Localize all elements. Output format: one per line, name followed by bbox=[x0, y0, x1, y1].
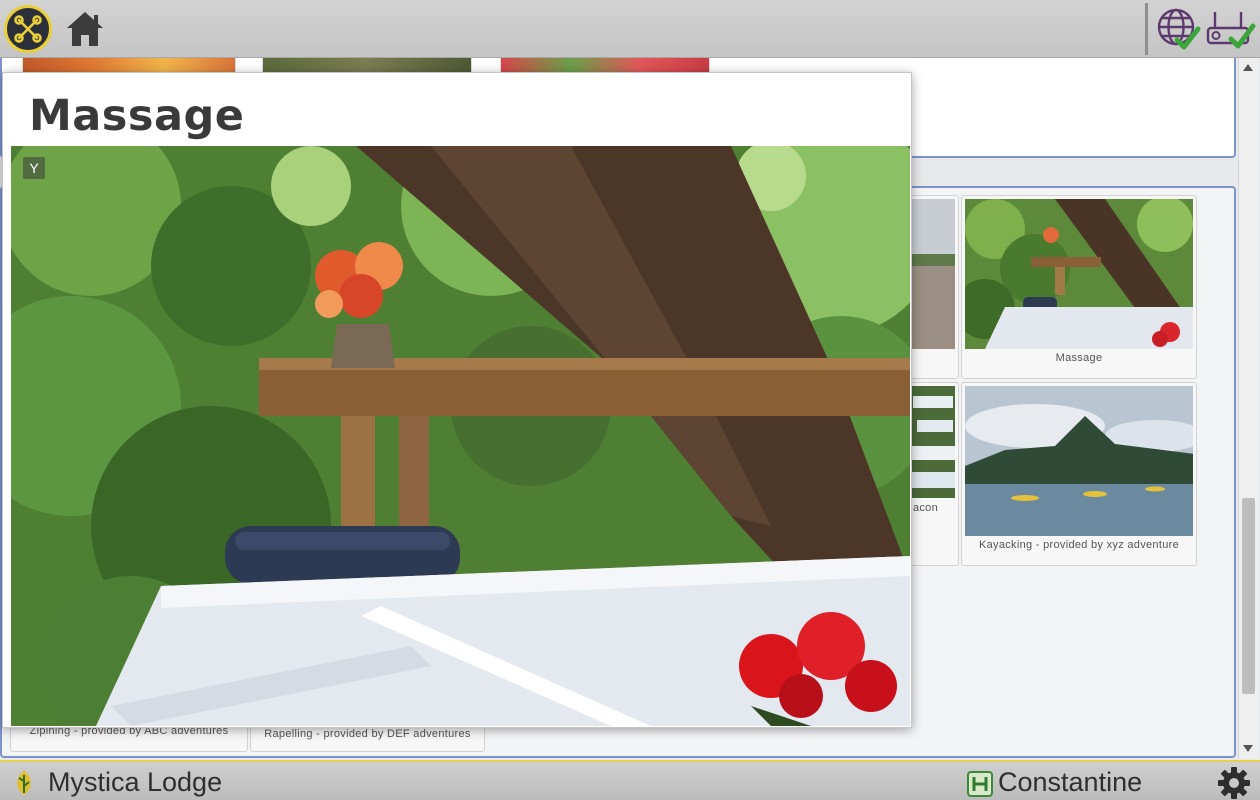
activity-thumbnail[interactable] bbox=[262, 58, 472, 72]
lodge-name: Mystica Lodge bbox=[48, 767, 223, 797]
top-toolbar bbox=[0, 0, 1260, 58]
modal-title: Massage bbox=[29, 91, 245, 141]
activity-thumbnail bbox=[965, 199, 1193, 349]
toolbar-divider bbox=[1145, 3, 1148, 55]
scrollbar-thumb[interactable] bbox=[1242, 498, 1255, 694]
internet-status[interactable] bbox=[1155, 6, 1201, 52]
scroll-down-arrow-icon[interactable] bbox=[1243, 745, 1253, 752]
page-scrollbar[interactable] bbox=[1238, 58, 1258, 758]
bottom-status-bar: Mystica Lodge Constantine bbox=[0, 760, 1260, 800]
activity-photo bbox=[11, 146, 910, 726]
gear-icon bbox=[1218, 767, 1250, 799]
router-status[interactable] bbox=[1205, 6, 1257, 52]
activity-thumbnail[interactable] bbox=[500, 58, 710, 72]
globe-check-icon bbox=[1157, 8, 1201, 50]
home-icon bbox=[67, 12, 103, 46]
activity-card-label: Kayacking - provided by xyz adventure bbox=[978, 539, 1180, 551]
user-badge-icon bbox=[967, 771, 993, 797]
scroll-up-arrow-icon[interactable] bbox=[1243, 64, 1253, 71]
photo-overlay-badge[interactable]: Y bbox=[23, 157, 45, 179]
home-button[interactable] bbox=[64, 8, 106, 50]
user-name[interactable]: Constantine bbox=[998, 767, 1142, 798]
settings-button[interactable] bbox=[1217, 766, 1251, 800]
leaf-icon bbox=[17, 771, 31, 795]
activity-card-label: Massage bbox=[1055, 352, 1103, 364]
activity-card-kayaking[interactable]: Kayacking - provided by xyz adventure bbox=[961, 382, 1197, 566]
activity-card-massage[interactable]: Massage bbox=[961, 195, 1197, 379]
activity-card-label: Rapelling - provided by DEF adventures bbox=[264, 728, 471, 740]
activity-thumbnail[interactable] bbox=[22, 58, 236, 72]
app-logo-button[interactable] bbox=[4, 5, 52, 53]
router-check-icon bbox=[1206, 12, 1256, 49]
activity-detail-modal: Massage Y bbox=[2, 72, 912, 728]
activity-thumbnail bbox=[965, 386, 1193, 536]
app-logo-icon bbox=[14, 15, 42, 43]
